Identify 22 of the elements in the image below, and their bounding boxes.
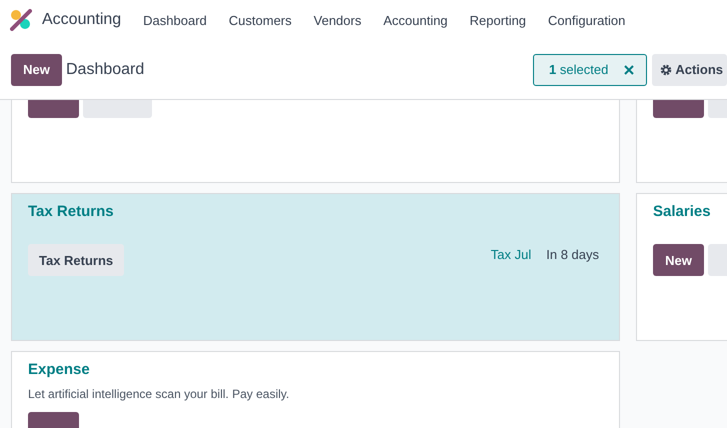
menu-item[interactable]: Vendors [302,12,372,28]
menu-item[interactable]: Accounting [372,12,459,28]
app-name[interactable]: Accounting [42,11,122,29]
selection-count: 1 selected [549,62,608,77]
menu-item[interactable]: Configuration [537,12,636,28]
card-button[interactable]: New [653,244,704,276]
menu-item[interactable]: Dashboard [132,12,218,28]
activity-link[interactable]: Tax Jul [490,247,532,262]
breadcrumb: Dashboard [66,60,144,78]
close-icon[interactable] [624,64,634,74]
new-button[interactable]: New [11,54,62,86]
menu-item[interactable]: Reporting [458,12,538,28]
activity-due: In 8 days [546,247,599,262]
card-title[interactable]: Expense [28,361,90,378]
card-title[interactable]: Tax Returns [28,203,114,220]
card-title[interactable]: Salaries [653,203,711,220]
actions-button[interactable]: Actions [652,54,727,86]
menu-item[interactable]: Customers [218,12,303,28]
card-button[interactable]: Tax Returns [28,244,124,276]
card-description: Let artificial intelligence scan your bill. Pay easily. [28,387,290,401]
gear-icon [660,64,672,76]
app-logo-icon[interactable] [10,9,32,31]
